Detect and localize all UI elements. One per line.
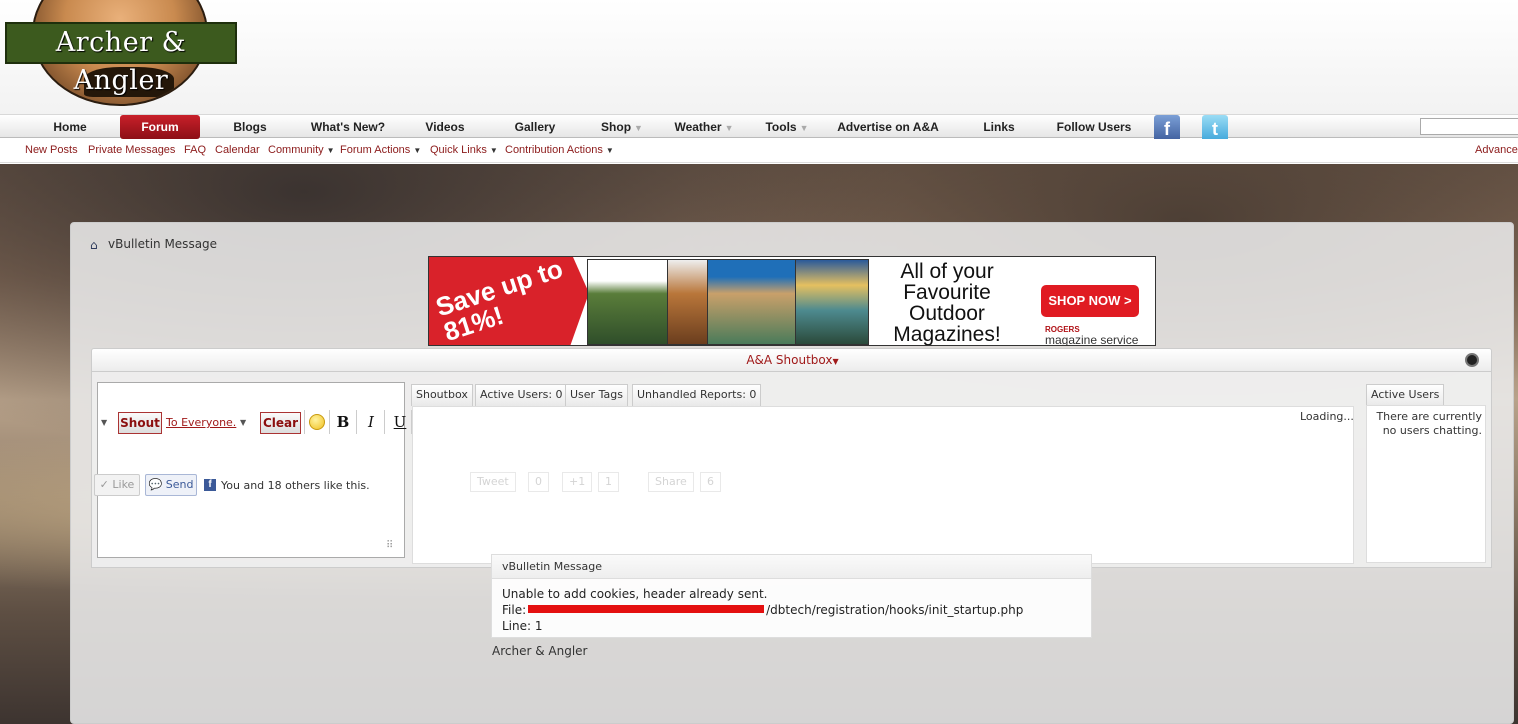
nav-tab-forum[interactable]: Forum (120, 115, 200, 139)
magazine-cover (587, 259, 673, 345)
error-title: vBulletin Message (492, 555, 1091, 579)
ad-tagline: All of your Favourite Outdoor Magazines! (893, 260, 1001, 346)
nav-tab-home[interactable]: Home (40, 115, 100, 139)
subnav-advanced-search[interactable]: Advance (1475, 144, 1518, 156)
shout-button[interactable]: Shout (118, 412, 162, 434)
nav-tab-follow-users[interactable]: Follow Users (1052, 115, 1136, 139)
bold-button[interactable]: B (333, 412, 353, 432)
tab-user-tags[interactable]: User Tags (565, 384, 628, 406)
caret-down-icon: ▼ (605, 146, 614, 155)
clear-button[interactable]: Clear (260, 412, 301, 434)
underline-button[interactable]: U (390, 412, 410, 432)
facebook-icon: f (204, 479, 216, 491)
subnav-new-posts[interactable]: New Posts (25, 144, 78, 156)
facebook-like-count: You and 18 others like this. (221, 479, 370, 492)
sub-navbar: New Posts Private Messages FAQ Calendar … (0, 139, 1518, 163)
ad-magazine-covers (587, 259, 869, 345)
tab-unhandled-reports[interactable]: Unhandled Reports: 0 (632, 384, 762, 406)
nav-tab-gallery[interactable]: Gallery (506, 115, 564, 139)
redaction-mark (528, 605, 765, 613)
shout-input[interactable] (97, 382, 405, 558)
facebook-send-button[interactable]: 💬 Send (145, 474, 197, 496)
faded-share-buttons: Tweet 0 +1 1 Share 6 (470, 472, 740, 494)
toolbar-divider (304, 410, 305, 434)
toolbar-menu-caret-icon[interactable]: ▼ (101, 418, 107, 427)
tweet-button: Tweet (470, 472, 516, 492)
share-count: 6 (700, 472, 721, 492)
facebook-like-button[interactable]: ✓ Like (94, 474, 140, 496)
share-button: Share (648, 472, 694, 492)
smiley-icon[interactable] (309, 414, 325, 430)
ad-brand-sub: magazine service (1045, 333, 1139, 346)
nav-tab-advertise[interactable]: Advertise on A&A (834, 115, 942, 139)
magazine-cover (795, 259, 869, 345)
site-header: Archer & Angler (0, 0, 1518, 116)
search-input[interactable] (1420, 118, 1518, 135)
plus-one-count: 1 (598, 472, 619, 492)
italic-button[interactable]: I (361, 412, 381, 432)
subnav-private-messages[interactable]: Private Messages (88, 144, 175, 156)
breadcrumb-current: vBulletin Message (108, 237, 218, 251)
caret-down-icon: ▼ (832, 357, 839, 366)
caret-down-icon[interactable]: ▼ (240, 418, 246, 427)
collapse-icon[interactable] (1465, 353, 1479, 367)
tab-active-users[interactable]: Active Users (1366, 384, 1445, 406)
tweet-count: 0 (528, 472, 549, 492)
plus-one-button: +1 (562, 472, 593, 492)
error-line: Line: 1 (502, 619, 543, 633)
home-icon[interactable]: ⌂ (90, 238, 102, 252)
subnav-contribution-actions[interactable]: Contribution Actions ▼ (505, 144, 614, 156)
recipient-selector[interactable]: To Everyone. (166, 416, 236, 429)
logo-text[interactable]: Archer & Angler (5, 22, 237, 96)
toolbar-divider (384, 410, 385, 434)
chevron-down-icon: ▼ (799, 123, 809, 133)
chevron-down-icon: ▼ (724, 123, 734, 133)
nav-tab-links[interactable]: Links (976, 115, 1022, 139)
breadcrumb: ⌂ vBulletin Message (90, 237, 218, 252)
subnav-faq[interactable]: FAQ (184, 144, 206, 156)
chevron-down-icon: ▼ (634, 123, 643, 133)
error-file: File:/dbtech/registration/hooks/init_sta… (502, 603, 1024, 617)
nav-tab-blogs[interactable]: Blogs (222, 115, 278, 139)
nav-tab-shop[interactable]: Shop ▼ (596, 115, 648, 139)
nav-tab-tools[interactable]: Tools ▼ (762, 115, 812, 139)
nav-tab-whats-new[interactable]: What's New? (302, 115, 394, 139)
ad-banner[interactable]: Save up to 81%! All of your Favourite Ou… (428, 256, 1156, 346)
resize-handle-icon[interactable]: ⠿ (386, 540, 393, 551)
subnav-calendar[interactable]: Calendar (215, 144, 260, 156)
toolbar-divider (329, 410, 330, 434)
toolbar-divider (356, 410, 357, 434)
magazine-cover (707, 259, 801, 345)
tab-active-users-count[interactable]: Active Users: 0 (475, 384, 568, 406)
caret-down-icon: ▼ (326, 146, 335, 155)
ad-shop-now-button[interactable]: SHOP NOW > (1041, 285, 1139, 317)
loading-indicator: Loading... (1300, 410, 1354, 423)
caret-down-icon: ▼ (489, 146, 498, 155)
ad-headline: Save up to 81%! (432, 256, 567, 346)
caret-down-icon: ▼ (413, 146, 422, 155)
shoutbox-header: A&A Shoutbox▼ (91, 348, 1492, 372)
main-navbar: Home Forum Blogs What's New? Videos Gall… (0, 114, 1518, 143)
footer-site-name: Archer & Angler (492, 644, 588, 658)
subnav-forum-actions[interactable]: Forum Actions ▼ (340, 144, 421, 156)
ad-price-tag: Save up to 81%! (429, 257, 589, 345)
error-text: Unable to add cookies, header already se… (502, 587, 768, 601)
subnav-community[interactable]: Community ▼ (268, 144, 335, 156)
shoutbox-title[interactable]: A&A Shoutbox▼ (92, 349, 1493, 373)
nav-tab-videos[interactable]: Videos (416, 115, 474, 139)
subnav-quick-links[interactable]: Quick Links ▼ (430, 144, 498, 156)
nav-tab-weather[interactable]: Weather ▼ (668, 115, 740, 139)
tab-shoutbox[interactable]: Shoutbox (411, 384, 473, 406)
no-users-message: There are currently no users chatting. (1376, 410, 1482, 437)
error-message-box: vBulletin Message Unable to add cookies,… (491, 554, 1092, 638)
